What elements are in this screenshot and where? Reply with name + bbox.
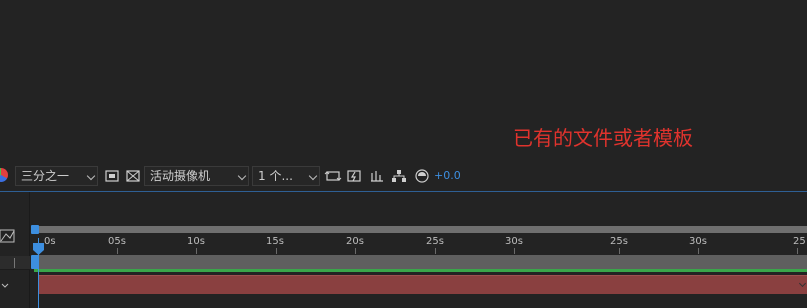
fast-previews-icon[interactable]	[345, 167, 363, 185]
tick-mark	[435, 248, 436, 254]
tick-label: 25	[793, 236, 806, 247]
work-area-bar[interactable]	[34, 226, 807, 233]
transparency-grid-icon[interactable]	[124, 167, 142, 185]
time-ruler[interactable]: 0s 05s 10s 15s 20s 25s 30s 25s 30s 25	[34, 234, 807, 254]
chevron-down-icon[interactable]	[0, 278, 12, 292]
composition-viewer: 已有的文件或者模板	[0, 0, 807, 164]
switch-divider	[14, 258, 15, 268]
annotation-text: 已有的文件或者模板	[513, 126, 693, 150]
exposure-value[interactable]: +0.0	[434, 169, 461, 189]
tick-mark	[117, 248, 118, 254]
tick-label: 10s	[187, 236, 205, 247]
tick-mark	[797, 248, 798, 254]
work-area-start-handle[interactable]	[31, 225, 39, 234]
tick-label: 25s	[426, 236, 444, 247]
tick-mark	[698, 248, 699, 254]
tick-mark	[196, 248, 197, 254]
tick-mark	[514, 248, 515, 254]
views-value: 1 个...	[258, 169, 293, 183]
chevron-down-icon	[237, 171, 247, 181]
timeline-icon[interactable]	[368, 167, 386, 185]
color-picker-icon[interactable]	[0, 168, 8, 182]
tick-label: 20s	[346, 236, 364, 247]
layer-duration-bar[interactable]	[34, 255, 807, 269]
camera-value: 活动摄像机	[150, 169, 211, 183]
chevron-down-icon	[86, 171, 96, 181]
tick-mark	[276, 248, 277, 254]
camera-select[interactable]: 活动摄像机	[144, 166, 249, 186]
resolution-select[interactable]: 三分之一	[15, 166, 98, 186]
tick-label: 30s	[689, 236, 707, 247]
layer-switch[interactable]	[0, 256, 30, 270]
graph-editor-icon[interactable]	[0, 228, 16, 243]
tick-label: 0s	[44, 236, 56, 247]
exposure-icon[interactable]	[413, 167, 431, 185]
playhead-icon[interactable]	[33, 240, 44, 255]
tick-mark	[619, 248, 620, 254]
region-of-interest-icon[interactable]	[103, 167, 121, 185]
layer-bar[interactable]	[38, 275, 807, 294]
render-bar	[34, 269, 807, 272]
layer-controls-column	[0, 192, 30, 308]
tick-mark	[355, 248, 356, 254]
resolution-value: 三分之一	[21, 169, 70, 183]
viewer-toolbar: 三分之一 活动摄像机 1 个... +0.0	[0, 164, 807, 188]
toggle-view-icon[interactable]	[324, 167, 342, 185]
tick-label: 05s	[108, 236, 126, 247]
timeline-flowchart-icon[interactable]	[390, 167, 408, 185]
chevron-down-icon	[308, 171, 318, 181]
tick-label: 25s	[610, 236, 628, 247]
timeline-panel: 0s 05s 10s 15s 20s 25s 30s 25s 30s 25	[0, 192, 807, 308]
tick-label: 30s	[505, 236, 523, 247]
chevron-down-icon	[798, 279, 807, 288]
tick-label: 15s	[266, 236, 284, 247]
views-select[interactable]: 1 个...	[252, 166, 320, 186]
